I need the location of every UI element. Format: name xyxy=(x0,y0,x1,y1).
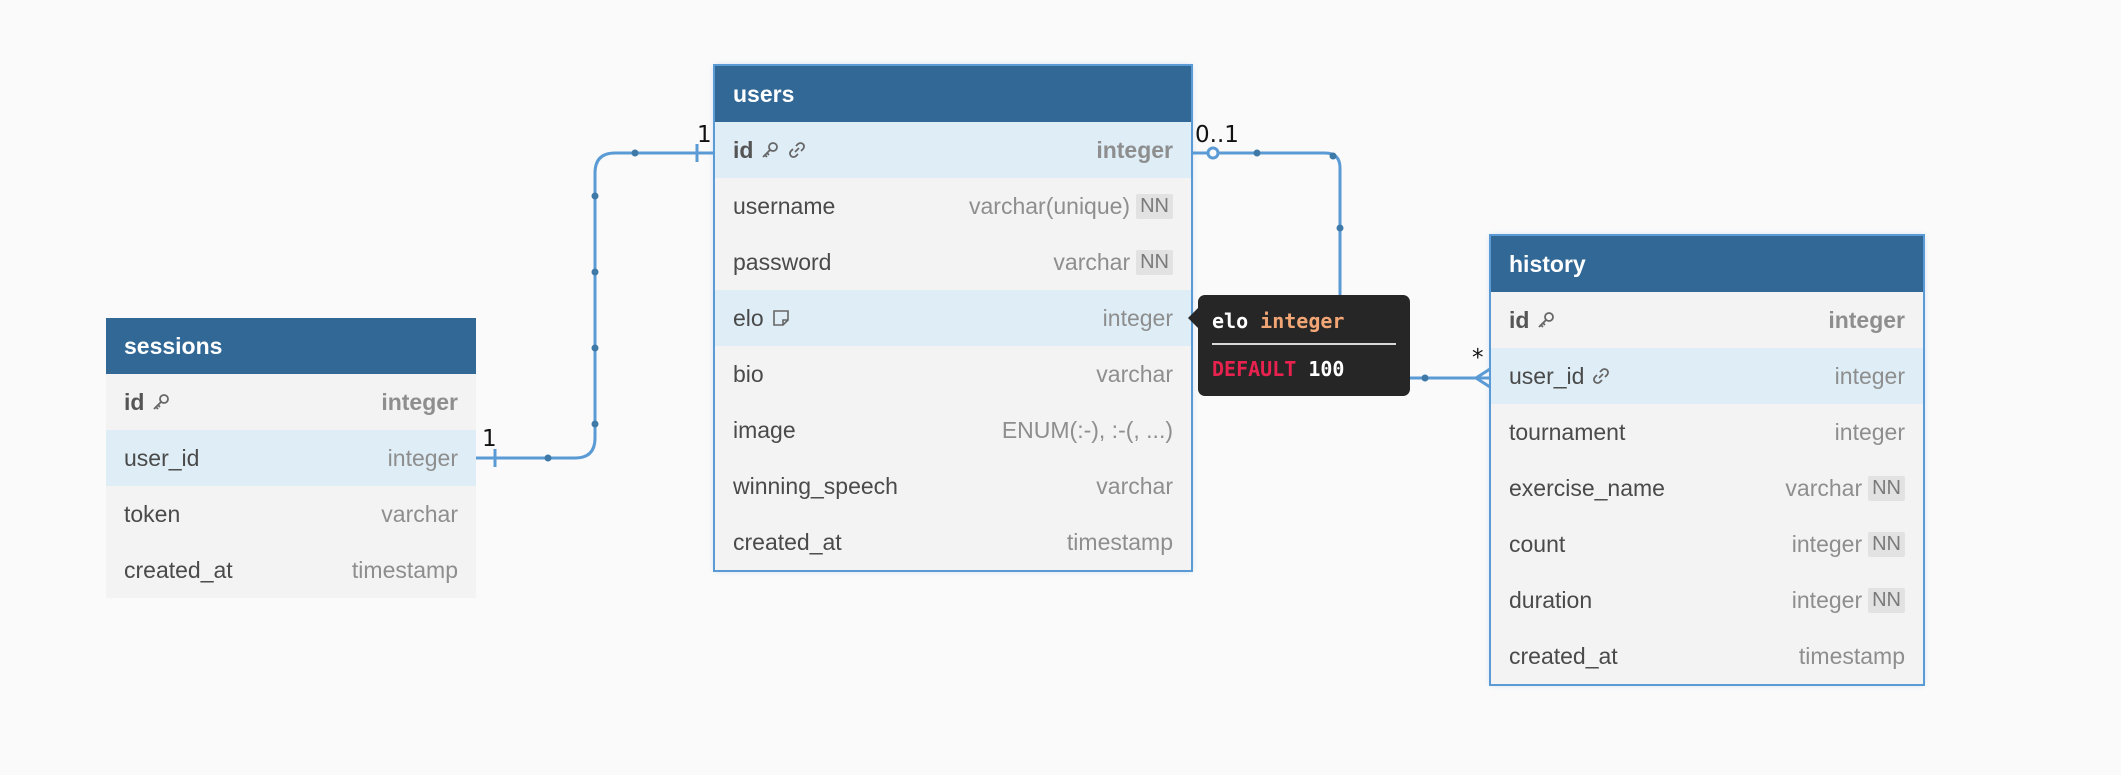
field-row-users-image[interactable]: image ENUM(:-), :-(, ...) xyxy=(715,402,1191,458)
key-icon xyxy=(760,140,780,160)
field-type: integer xyxy=(1834,362,1905,389)
field-type: varchar xyxy=(1096,472,1173,499)
not-null-badge: NN xyxy=(1136,249,1173,275)
field-type: integer xyxy=(1828,306,1905,333)
tooltip-default: DEFAULT 100 xyxy=(1212,355,1396,383)
field-name-container: user_id xyxy=(1509,363,1611,390)
relation-label-users-history-source: 0..1 xyxy=(1195,122,1239,148)
field-row-history-id[interactable]: id integer xyxy=(1491,292,1923,348)
table-sessions[interactable]: sessions id integer user_id integer toke… xyxy=(106,318,476,598)
tooltip-divider xyxy=(1212,343,1396,345)
field-name: bio xyxy=(733,360,764,387)
field-type: varchar xyxy=(1053,248,1131,275)
field-type: ENUM(:-), :-(, ...) xyxy=(1001,416,1173,443)
field-type: timestamp xyxy=(1066,528,1173,555)
table-header-users[interactable]: users xyxy=(715,66,1191,122)
field-name: id xyxy=(733,136,754,163)
relation-label-sessions-side: 1 xyxy=(482,426,497,452)
field-name: user_id xyxy=(124,444,200,471)
field-name-container: id xyxy=(733,137,807,164)
field-type: varchar xyxy=(1785,474,1863,501)
tooltip-field-type: integer xyxy=(1260,309,1345,333)
link-icon xyxy=(1591,366,1611,386)
field-name: id xyxy=(1509,306,1530,333)
tooltip-signature: elo integer xyxy=(1212,307,1396,335)
tooltip-field-name: elo xyxy=(1212,309,1249,333)
field-type: integer xyxy=(1096,136,1173,163)
link-icon xyxy=(787,140,807,160)
field-row-history-count[interactable]: count integer NN xyxy=(1491,516,1923,572)
field-row-history-exercise_name[interactable]: exercise_name varchar NN xyxy=(1491,460,1923,516)
tooltip-default-value: 100 xyxy=(1308,357,1345,381)
field-name-container: id xyxy=(1509,307,1556,334)
table-history[interactable]: history id integer user_id integer tourn… xyxy=(1489,234,1925,686)
field-row-users-created_at[interactable]: created_at timestamp xyxy=(715,514,1191,570)
field-type: integer xyxy=(387,444,458,471)
not-null-badge: NN xyxy=(1868,531,1905,557)
field-name: created_at xyxy=(733,528,842,555)
key-icon xyxy=(1536,310,1556,330)
not-null-badge: NN xyxy=(1136,193,1173,219)
field-type: integer xyxy=(381,388,458,415)
field-row-history-tournament[interactable]: tournament integer xyxy=(1491,404,1923,460)
table-users[interactable]: users id integer username varchar(unique… xyxy=(713,64,1193,572)
field-name: password xyxy=(733,248,832,275)
field-row-users-id[interactable]: id integer xyxy=(715,122,1191,178)
field-name: count xyxy=(1509,530,1566,557)
relation-label-history-side: * xyxy=(1472,345,1484,371)
field-name: exercise_name xyxy=(1509,474,1665,501)
field-row-users-bio[interactable]: bio varchar xyxy=(715,346,1191,402)
field-type: integer xyxy=(1791,530,1863,557)
field-type: integer xyxy=(1102,304,1173,331)
field-name: username xyxy=(733,192,836,219)
field-row-sessions-token[interactable]: token varchar xyxy=(106,486,476,542)
field-type: varchar(unique) xyxy=(969,192,1131,219)
field-name: id xyxy=(124,388,145,415)
field-type: timestamp xyxy=(1798,642,1905,669)
tooltip-default-keyword: DEFAULT xyxy=(1212,357,1297,381)
field-name-container: elo xyxy=(733,305,791,332)
field-note-tooltip: elo integer DEFAULT 100 xyxy=(1188,295,1410,396)
not-null-badge: NN xyxy=(1868,587,1905,613)
field-name: token xyxy=(124,500,181,527)
not-null-badge: NN xyxy=(1868,475,1905,501)
field-row-users-username[interactable]: username varchar(unique) NN xyxy=(715,178,1191,234)
field-type: integer xyxy=(1834,418,1905,445)
field-name: image xyxy=(733,416,796,443)
field-name: created_at xyxy=(1509,642,1618,669)
field-row-history-created_at[interactable]: created_at timestamp xyxy=(1491,628,1923,684)
relation-label-users-side: 1 xyxy=(697,122,712,148)
diagram-canvas[interactable]: 1 1 0..1 * sessions id integer user_id i… xyxy=(0,0,2121,775)
field-row-users-password[interactable]: password varchar NN xyxy=(715,234,1191,290)
field-row-sessions-user_id[interactable]: user_id integer xyxy=(106,430,476,486)
field-type: varchar xyxy=(1096,360,1173,387)
field-name: duration xyxy=(1509,586,1593,613)
field-row-history-duration[interactable]: duration integer NN xyxy=(1491,572,1923,628)
table-header-sessions[interactable]: sessions xyxy=(106,318,476,374)
key-icon xyxy=(151,392,171,412)
field-name: user_id xyxy=(1509,362,1585,389)
field-name: winning_speech xyxy=(733,472,898,499)
relation-sessions-users[interactable] xyxy=(476,144,714,467)
field-row-sessions-created_at[interactable]: created_at timestamp xyxy=(106,542,476,598)
field-row-sessions-id[interactable]: id integer xyxy=(106,374,476,430)
field-row-history-user_id[interactable]: user_id integer xyxy=(1491,348,1923,404)
field-row-users-winning_speech[interactable]: winning_speech varchar xyxy=(715,458,1191,514)
field-type: timestamp xyxy=(351,556,458,583)
field-name: tournament xyxy=(1509,418,1626,445)
table-header-history[interactable]: history xyxy=(1491,236,1923,292)
field-type: integer xyxy=(1791,586,1863,613)
relation-sessions-users-handles xyxy=(544,149,639,462)
field-name: created_at xyxy=(124,556,233,583)
field-type: varchar xyxy=(381,500,458,527)
field-name: elo xyxy=(733,304,764,331)
note-icon[interactable] xyxy=(771,308,791,328)
field-name-container: id xyxy=(124,389,171,416)
field-row-users-elo[interactable]: elo integer xyxy=(715,290,1191,346)
